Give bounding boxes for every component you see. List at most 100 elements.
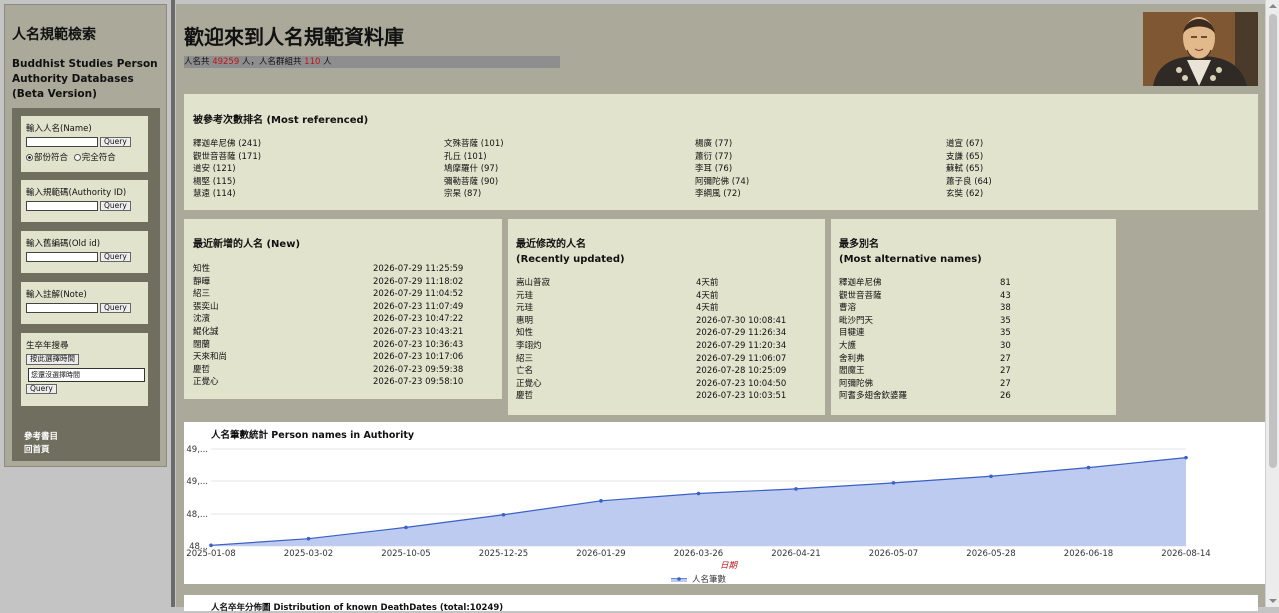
note-search-box: 輸入註解(Note) Query	[21, 282, 148, 324]
list-item[interactable]: 正覺心 2026-07-23 10:04:50	[516, 378, 816, 391]
authority-query-button[interactable]: Query	[100, 201, 131, 211]
ranking-item[interactable]: 彌勒菩薩 (90)	[444, 176, 684, 189]
ranking-item[interactable]: 慧遠 (114)	[193, 188, 433, 201]
list-item[interactable]: 知性 2026-07-29 11:25:59	[193, 263, 493, 276]
oldid-search-label: 輸入舊編碼(Old id)	[26, 239, 101, 249]
oldid-query-button[interactable]: Query	[100, 252, 131, 262]
vertical-scrollbar[interactable]	[1265, 0, 1279, 607]
list-item[interactable]: 靜曄 2026-07-29 11:18:02	[193, 276, 493, 289]
list-item[interactable]: 目犍連 35	[839, 327, 1109, 340]
item-value: 2026-07-23 10:43:21	[373, 326, 464, 337]
list-item[interactable]: 鯤化誠 2026-07-23 10:43:21	[193, 326, 493, 339]
recent-title: 最近修改的人名 (Recently updated)	[516, 237, 625, 267]
ranking-item[interactable]: 道宣 (67)	[946, 138, 1186, 151]
year-query-button[interactable]: Query	[26, 384, 57, 394]
oldid-input[interactable]	[26, 252, 98, 262]
list-item[interactable]: 惠明 2026-07-30 10:08:41	[516, 315, 816, 328]
recent-title-en: (Recently updated)	[516, 254, 625, 265]
x-tick-label: 2025-03-02	[284, 549, 333, 559]
ranking-item[interactable]: 文殊菩薩 (101)	[444, 138, 684, 151]
subtitle-line: (Beta Version)	[12, 88, 97, 100]
ranking-item[interactable]: 釋迦牟尼佛 (241)	[193, 138, 433, 151]
item-name: 知性	[516, 328, 534, 339]
list-item[interactable]: 嵩山普寂 4天前	[516, 277, 816, 290]
selected-time-field[interactable]: 您還沒選擇時間	[28, 368, 145, 382]
x-axis-label: 日期	[720, 560, 739, 571]
recent-panel: 最近修改的人名 (Recently updated) 嵩山普寂 4天前 元珪 4天前元…	[508, 219, 825, 415]
item-name: 李翊灼	[516, 340, 542, 351]
ranking-item[interactable]: 鳩摩羅什 (97)	[444, 163, 684, 176]
frame-divider[interactable]	[171, 0, 175, 607]
note-query-button[interactable]: Query	[100, 303, 131, 313]
ranking-item[interactable]: 楊廣 (77)	[695, 138, 935, 151]
list-item[interactable]: 張奕山 2026-07-23 11:07:49	[193, 301, 493, 314]
list-item[interactable]: 元珪 4天前	[516, 302, 816, 315]
authority-input[interactable]	[26, 201, 98, 211]
ranking-item[interactable]: 玄奘 (62)	[946, 188, 1186, 201]
list-item[interactable]: 李翊灼 2026-07-29 11:20:34	[516, 340, 816, 353]
name-query-button[interactable]: Query	[100, 137, 131, 147]
list-item[interactable]: 亡名 2026-07-28 10:25:09	[516, 365, 816, 378]
list-item[interactable]: 曹溶 38	[839, 302, 1109, 315]
list-item[interactable]: 阿耆多翅舍欽婆羅 26	[839, 390, 1109, 403]
item-value: 2026-07-23 10:04:50	[696, 378, 787, 389]
legend-label: 人名筆數	[692, 574, 727, 584]
list-item[interactable]: 阿彌陀佛 27	[839, 378, 1109, 391]
portrait-image	[1143, 12, 1258, 86]
ranking-item[interactable]: 支謙 (65)	[946, 151, 1186, 164]
note-input[interactable]	[26, 303, 98, 313]
list-item[interactable]: 闊蘭 2026-07-23 10:36:43	[193, 339, 493, 352]
pick-time-button[interactable]: 按此選擇時間	[26, 354, 79, 365]
ranking-item[interactable]: 阿彌陀佛 (74)	[695, 176, 935, 189]
item-value: 2026-07-28 10:25:09	[696, 366, 787, 377]
item-name: 天來和尚	[193, 352, 228, 363]
ranking-item[interactable]: 孔丘 (101)	[444, 151, 684, 164]
list-item[interactable]: 慶哲 2026-07-23 09:59:38	[193, 364, 493, 377]
list-item[interactable]: 觀世音菩薩 43	[839, 290, 1109, 303]
item-name: 元珪	[516, 290, 534, 301]
list-item[interactable]: 元珪 4天前	[516, 290, 816, 303]
list-item[interactable]: 紹三 2026-07-29 11:04:52	[193, 288, 493, 301]
home-link[interactable]: 回首頁	[24, 444, 58, 457]
bibliography-link[interactable]: 參考書目	[24, 431, 58, 444]
list-item[interactable]: 毗沙門天 35	[839, 315, 1109, 328]
item-value: 4天前	[696, 303, 719, 314]
item-value: 2026-07-23 09:59:38	[373, 364, 464, 375]
list-item[interactable]: 知性 2026-07-29 11:26:34	[516, 327, 816, 340]
list-item[interactable]: 沈濱 2026-07-23 10:47:22	[193, 313, 493, 326]
item-name: 毗沙門天	[839, 315, 874, 326]
scrollbar-thumb[interactable]	[1269, 14, 1277, 468]
item-value: 35	[1000, 328, 1011, 339]
item-value: 2026-07-29 11:06:07	[696, 353, 787, 364]
stats-bar: 人名共 49259 人，人名群組共 110 人	[184, 56, 560, 68]
ranking-item[interactable]: 李耳 (76)	[695, 163, 935, 176]
item-name: 亡名	[516, 366, 534, 377]
list-item[interactable]: 慶哲 2026-07-23 10:03:51	[516, 390, 816, 403]
list-item[interactable]: 正覺心 2026-07-23 09:58:10	[193, 376, 493, 389]
ranking-item[interactable]: 宗杲 (87)	[444, 188, 684, 201]
y-tick-label: 48,...	[186, 510, 208, 520]
item-name: 知性	[193, 264, 211, 274]
y-tick-label: 49,...	[186, 445, 208, 455]
item-name: 釋迦牟尼佛	[839, 278, 882, 288]
item-value: 27	[1000, 366, 1011, 377]
ranking-item[interactable]: 楊堅 (115)	[193, 176, 433, 189]
ranking-item[interactable]: 蘇軾 (65)	[946, 163, 1186, 176]
ranking-item[interactable]: 道安 (121)	[193, 163, 433, 176]
ranking-item[interactable]: 觀世音菩薩 (171)	[193, 151, 433, 164]
oldid-search-box: 輸入舊編碼(Old id) Query	[21, 231, 148, 273]
list-item[interactable]: 大護 30	[839, 340, 1109, 353]
exact-match-radio[interactable]	[73, 153, 81, 161]
ranking-item[interactable]: 蕭子良 (64)	[946, 176, 1186, 189]
list-item[interactable]: 天來和尚 2026-07-23 10:17:06	[193, 351, 493, 364]
list-item[interactable]: 閻魔王 27	[839, 365, 1109, 378]
x-tick-label: 2026-05-07	[869, 549, 918, 559]
ranking-item[interactable]: 李綱風 (72)	[695, 188, 935, 201]
list-item[interactable]: 紹三 2026-07-29 11:06:07	[516, 353, 816, 366]
list-item[interactable]: 舍利弗 27	[839, 353, 1109, 366]
sidebar-title: 人名規範檢索	[12, 27, 96, 43]
list-item[interactable]: 釋迦牟尼佛 81	[839, 277, 1109, 290]
partial-match-radio[interactable]	[26, 153, 33, 161]
ranking-item[interactable]: 蕭衍 (77)	[695, 151, 935, 164]
name-input[interactable]	[26, 137, 98, 147]
